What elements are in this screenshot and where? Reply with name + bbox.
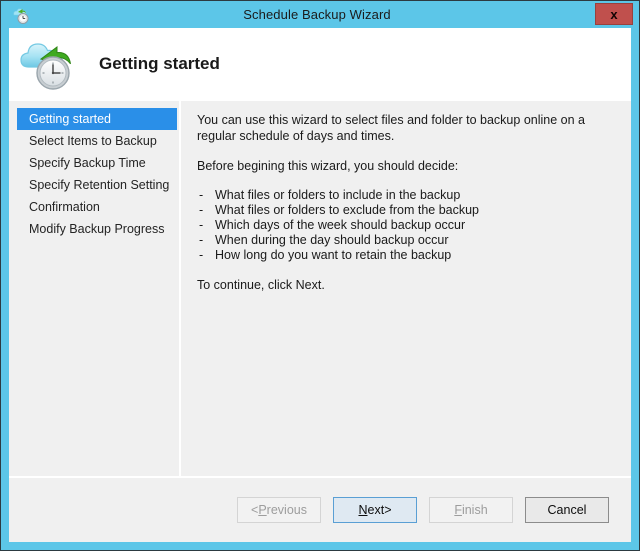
wizard-banner: Getting started xyxy=(9,28,631,101)
list-item-label: What files or folders to exclude from th… xyxy=(215,203,480,217)
list-item: - When during the day should backup occur xyxy=(197,233,617,248)
wizard-button-bar: < Previous Next > Finish Cancel xyxy=(9,476,631,542)
decide-heading: Before begining this wizard, you should … xyxy=(197,159,459,173)
bullet-dash-icon: - xyxy=(199,218,204,232)
list-item: - What files or folders to include in the… xyxy=(197,188,617,203)
list-item: - Which days of the week should backup oc… xyxy=(197,218,617,233)
cloud-upload-clock-icon xyxy=(19,35,81,93)
intro-paragraph: You can use this wizard to select files … xyxy=(197,113,585,143)
bullet-dash-icon: - xyxy=(199,203,204,217)
continue-paragraph: To continue, click Next. xyxy=(197,278,325,292)
bullet-dash-icon: - xyxy=(199,188,204,202)
wizard-window: Schedule Backup Wizard x Getting started… xyxy=(0,0,640,551)
cancel-button[interactable]: Cancel xyxy=(525,497,609,523)
next-button-rest: ext xyxy=(367,503,385,517)
next-button[interactable]: Next > xyxy=(333,497,417,523)
window-title: Schedule Backup Wizard xyxy=(243,7,391,22)
close-button[interactable]: x xyxy=(595,3,633,25)
bullet-dash-icon: - xyxy=(199,233,204,247)
finish-button[interactable]: Finish xyxy=(429,497,513,523)
cloud-backup-clock-icon xyxy=(11,5,31,25)
previous-button-prefix: < xyxy=(251,503,259,517)
client-area: Getting started Getting started Select I… xyxy=(9,28,631,542)
list-item-label: When during the day should backup occur xyxy=(215,233,449,247)
wizard-content: You can use this wizard to select files … xyxy=(181,101,631,476)
middle-area: Getting started Select Items to Backup S… xyxy=(9,101,631,476)
previous-button-accel: P xyxy=(258,503,267,517)
sidebar-item-specify-backup-time[interactable]: Specify Backup Time xyxy=(17,152,177,174)
sidebar-item-modify-backup-progress[interactable]: Modify Backup Progress xyxy=(17,218,177,240)
sidebar-item-select-items-to-backup[interactable]: Select Items to Backup xyxy=(17,130,177,152)
list-item-label: How long do you want to retain the backu… xyxy=(215,248,452,262)
wizard-steps-sidebar: Getting started Select Items to Backup S… xyxy=(9,101,181,476)
list-item: - What files or folders to exclude from t… xyxy=(197,203,617,218)
sidebar-item-confirmation[interactable]: Confirmation xyxy=(17,196,177,218)
cancel-button-label: Cancel xyxy=(547,503,587,517)
title-bar: Schedule Backup Wizard x xyxy=(1,1,639,28)
sidebar-item-getting-started[interactable]: Getting started xyxy=(17,108,177,130)
decision-list: - What files or folders to include in the… xyxy=(197,188,617,263)
next-button-accel: N xyxy=(358,503,368,517)
previous-button-rest: revious xyxy=(266,503,307,517)
next-button-suffix: > xyxy=(384,503,392,517)
finish-button-accel: F xyxy=(454,503,462,517)
bullet-dash-icon: - xyxy=(199,248,204,262)
sidebar-item-specify-retention-setting[interactable]: Specify Retention Setting xyxy=(17,174,177,196)
list-item-label: Which days of the week should backup occ… xyxy=(215,218,466,232)
finish-button-rest: inish xyxy=(461,503,488,517)
page-title: Getting started xyxy=(99,54,220,73)
list-item-label: What files or folders to include in the … xyxy=(215,188,461,202)
previous-button[interactable]: < Previous xyxy=(237,497,321,523)
list-item: - How long do you want to retain the back… xyxy=(197,248,617,263)
